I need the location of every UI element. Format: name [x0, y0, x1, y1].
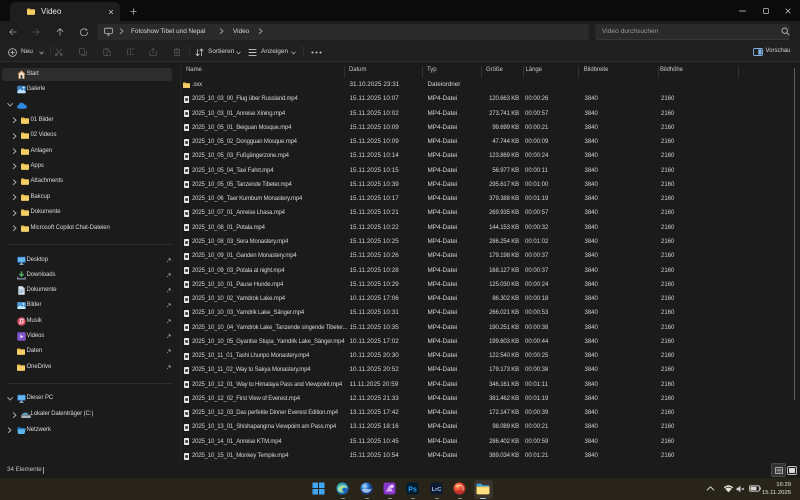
svg-text:Ps: Ps [408, 486, 417, 493]
svg-text:LrC: LrC [432, 487, 442, 493]
